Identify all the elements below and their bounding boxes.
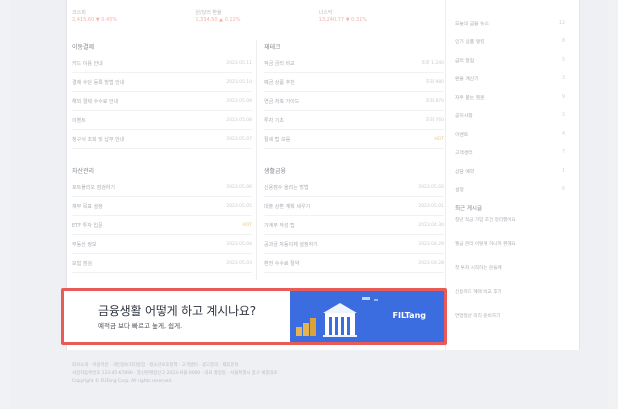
sidebar-item[interactable]: 이벤트 4	[455, 125, 565, 144]
page-footer: 회사소개 · 이용약관 · 개인정보처리방침 · 청소년보호정책 · 고객센터 …	[72, 362, 492, 386]
sidebar-item[interactable]: 오늘의 금융 뉴스 12	[455, 14, 565, 33]
list-item[interactable]: 투자 기초 조회 760	[264, 111, 444, 130]
sidebar-post[interactable]: 월급 관리 이렇게 하니까 편해요	[455, 241, 565, 265]
list-item[interactable]: 재무 목표 설정 2023.05.05	[72, 197, 252, 216]
sidebar-section-title: 최근 게시글	[455, 206, 483, 212]
sidebar-item[interactable]: 금리 알림 5	[455, 51, 565, 70]
list-item[interactable]: 신용점수 올리는 방법 2023.05.02	[264, 178, 444, 197]
list-item[interactable]: 해외 결제 수수료 안내 2023.05.09	[72, 92, 252, 111]
footer-copyright: Copyright © FILTang Corp. All rights res…	[72, 379, 173, 384]
section-investment: 재테크 적금 금리 비교 조회 1,240 예금 상품 추천 조회 980 연금 저…	[264, 42, 444, 149]
building-icon	[323, 303, 357, 337]
sidebar-post[interactable]: 청년 적금 가입 조건 정리했어요	[455, 217, 565, 241]
list-item[interactable]: 대출 상환 계획 세우기 2023.05.01	[264, 197, 444, 216]
sidebar-post[interactable]: 연말정산 미리 준비하기	[455, 313, 565, 337]
list-item[interactable]: 청구서 조회 및 납부 안내 2023.05.07	[72, 130, 252, 149]
sidebar-item[interactable]: 자주 묻는 질문 9	[455, 88, 565, 107]
list-item[interactable]: 부동산 정보 2023.05.04	[72, 235, 252, 254]
list-item[interactable]: 이벤트 2023.05.08	[72, 111, 252, 130]
ad-text-area[interactable]: 금융생활 어떻게 하고 계시나요? 예적금 보다 빠르고 높게, 쉽게.	[64, 291, 290, 342]
footer-links[interactable]: 회사소개 · 이용약관 · 개인정보처리방침 · 청소년보호정책 · 고객센터 …	[72, 362, 492, 370]
right-sidebar: 오늘의 금융 뉴스 12 인기 상품 랭킹 8 금리 알림 5 환율 계산기 3 자주 …	[455, 14, 565, 337]
ticker-item[interactable]: 코스피 2,415.60 ▼ 0.45%	[72, 10, 195, 32]
section-title: 재테크	[264, 44, 281, 51]
list-item[interactable]: 적금 금리 비교 조회 1,240	[264, 54, 444, 73]
market-ticker: 코스피 2,415.60 ▼ 0.45% 원/달러 환율 1,334.50 ▲ …	[72, 10, 442, 32]
section-title: 이동결제	[72, 44, 95, 51]
section-daily-finance: 생활금융 신용점수 올리는 방법 2023.05.02 대출 상환 계획 세우기 2…	[264, 166, 444, 273]
sidebar-post[interactable]: 첫 투자 시작하는 분들께	[455, 265, 565, 289]
sidebar-item[interactable]: 고객센터 7	[455, 144, 565, 163]
ad-brand-logo: FILTang	[392, 311, 426, 320]
list-item[interactable]: 절세 팁 모음 HOT	[264, 130, 444, 149]
coin-stack-icon	[296, 318, 316, 336]
sparkle-icon	[362, 297, 378, 301]
list-item[interactable]: 결제 수단 등록 방법 안내 2023.05.10	[72, 73, 252, 92]
section-mobile-payment: 이동결제 카드 이용 안내 2023.05.11 결제 수단 등록 방법 안내 20…	[72, 42, 252, 149]
list-item[interactable]: 연금 저축 가이드 조회 870	[264, 92, 444, 111]
sidebar-item[interactable]: 상담 예약 1	[455, 162, 565, 181]
list-item[interactable]: ETF 투자 입문 HOT	[72, 216, 252, 235]
list-item[interactable]: 환전 수수료 절약 2023.04.28	[264, 254, 444, 273]
section-title: 생활금융	[264, 168, 287, 175]
list-item[interactable]: 포트폴리오 점검하기 2023.05.06	[72, 178, 252, 197]
section-title: 자산관리	[72, 168, 95, 175]
column-divider	[256, 40, 257, 280]
ad-banner[interactable]: 금융생활 어떻게 하고 계시나요? 예적금 보다 빠르고 높게, 쉽게. FIL…	[61, 288, 447, 345]
ticker-item[interactable]: 원/달러 환율 1,334.50 ▲ 0.12%	[195, 10, 318, 32]
sidebar-item[interactable]: 인기 상품 랭킹 8	[455, 33, 565, 52]
sidebar-item[interactable]: 설정 6	[455, 181, 565, 200]
ad-visual[interactable]: FILTang	[290, 291, 444, 342]
sidebar-item[interactable]: 환율 계산기 3	[455, 70, 565, 89]
list-item[interactable]: 보험 점검 2023.05.03	[72, 254, 252, 273]
section-asset-management: 자산관리 포트폴리오 점검하기 2023.05.06 재무 목표 설정 2023.0…	[72, 166, 252, 273]
ad-headline: 금융생활 어떻게 하고 계시나요?	[98, 304, 256, 318]
ticker-item[interactable]: 나스닥 13,240.77 ▼ 0.31%	[319, 10, 442, 32]
list-item[interactable]: 공과금 자동이체 설정하기 2023.04.29	[264, 235, 444, 254]
ad-subline: 예적금 보다 빠르고 높게, 쉽게.	[98, 322, 183, 330]
list-item[interactable]: 카드 이용 안내 2023.05.11	[72, 54, 252, 73]
sidebar-post[interactable]: 신용카드 혜택 비교 후기	[455, 289, 565, 313]
list-item[interactable]: 예금 상품 추천 조회 980	[264, 73, 444, 92]
sidebar-item[interactable]: 공지사항 2	[455, 107, 565, 126]
list-item[interactable]: 가계부 작성 팁 2023.04.30	[264, 216, 444, 235]
footer-company-info: 사업자등록번호 123-45-67890 · 통신판매업신고 2023-서울-0…	[72, 371, 278, 376]
